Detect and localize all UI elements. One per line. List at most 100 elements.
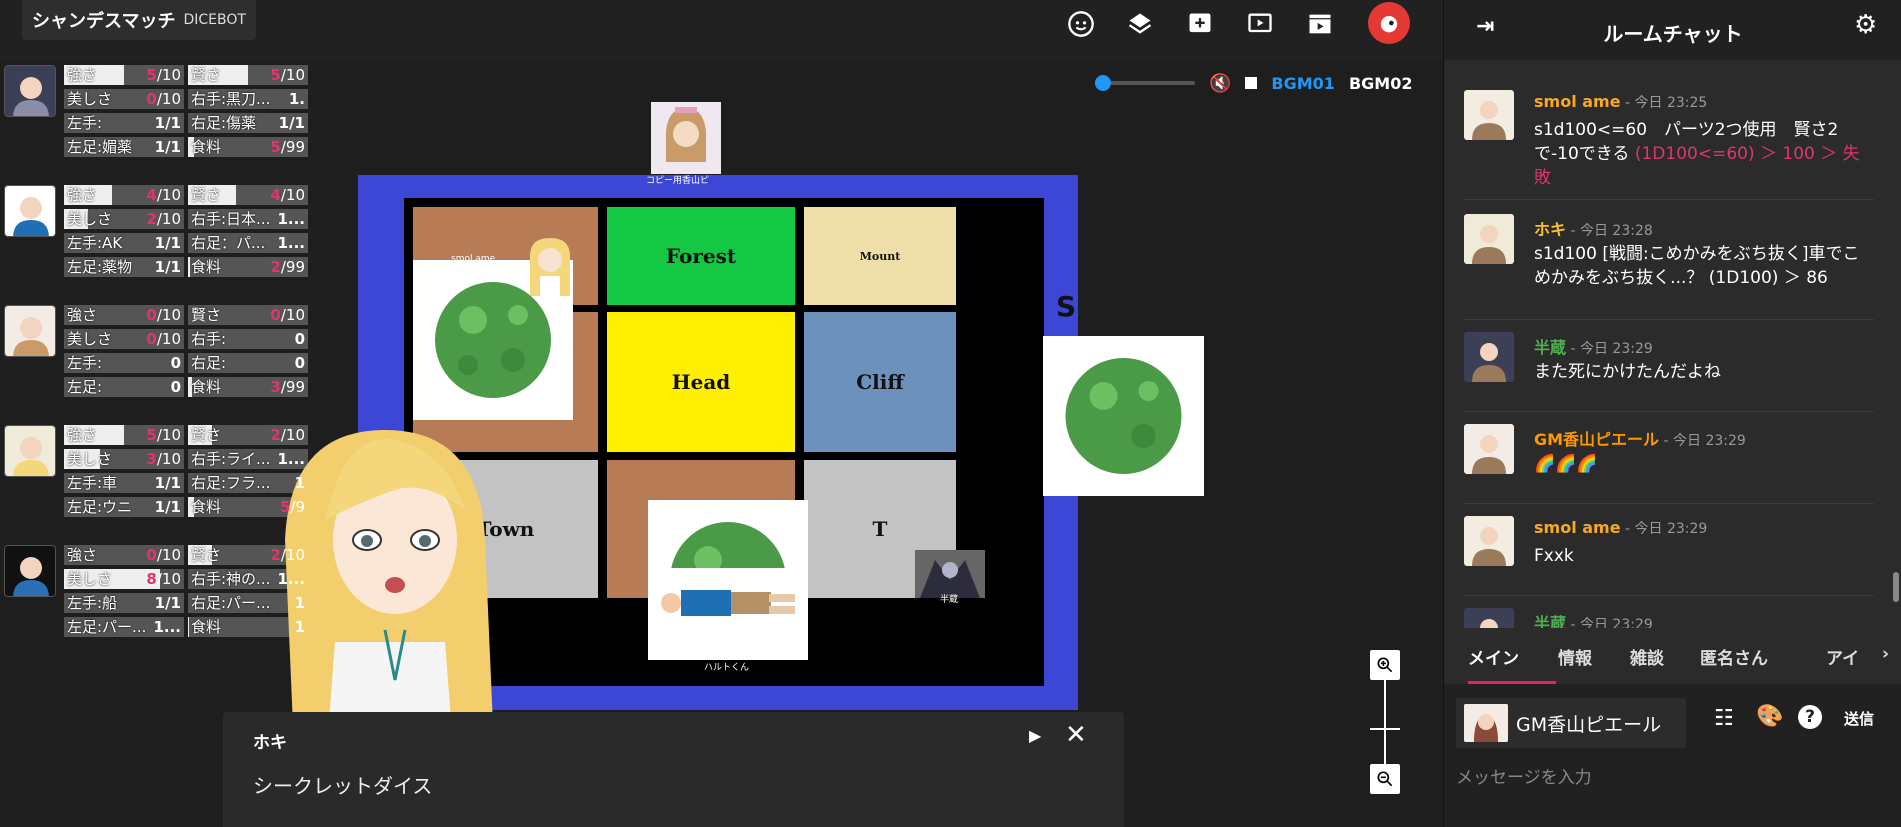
zoom-out-button[interactable] [1370,764,1400,794]
stat-value: 1... [153,617,181,637]
tab-info[interactable]: 情報 [1558,644,1592,669]
message-composer: GM香山ピエール ☷ 🎨 ? 送信 [1444,684,1901,827]
movie-icon[interactable] [1242,6,1278,42]
stat-value: 0 [171,377,181,397]
volume-slider[interactable] [1095,75,1195,91]
character-avatar[interactable] [4,545,56,597]
bgm-track-1[interactable]: BGM01 [1271,74,1335,93]
stat-label: 右足:傷薬 [191,114,257,132]
stat-label: 賢さ [191,306,222,324]
add-box-icon[interactable] [1182,6,1218,42]
message-avatar[interactable] [1464,516,1514,566]
tab-chatter[interactable]: 雑談 [1630,644,1664,669]
list-icon[interactable]: ☷ [1714,706,1734,731]
gear-icon[interactable]: ⚙ [1854,10,1877,40]
stat-value: 1/1 [155,137,181,157]
character-avatar[interactable] [4,185,56,237]
stat-bar: 賢さ 4/10 [188,185,308,205]
stat-current: 5 [146,426,157,444]
message-avatar[interactable] [1464,90,1514,140]
stat-label: 右足: [191,354,227,372]
stat-value: 1... [277,209,305,229]
tab-ai[interactable]: アイ [1826,644,1859,669]
message-header: GM香山ピエール - 今日 23:29 [1534,426,1746,450]
stat-current: 5 [146,66,157,84]
next-icon[interactable]: ▶ [1029,726,1041,745]
character-selector[interactable]: GM香山ピエール [1456,698,1686,748]
dicebot-label: DICEBOT [183,12,246,28]
stat-bar: 左足:パー... 1... [64,617,184,637]
stat-value: 1... [277,569,305,589]
character-card[interactable]: 強さ 5/10 賢さ 5/10 美しさ 0/10 右手:黒刀... 1. 左手: 1/1 右足:傷薬… [2,65,312,165]
stat-label: 左手: [67,354,103,372]
tab-main[interactable]: メイン [1468,644,1519,669]
clapper-icon[interactable] [1302,6,1338,42]
palette-icon[interactable]: 🎨 [1756,704,1783,729]
tab-anonymous[interactable]: 匿名さん [1700,644,1768,669]
token-hoki[interactable] [520,236,580,306]
stat-max: /99 [280,138,305,156]
message-avatar[interactable] [1464,332,1514,382]
zoom-handle[interactable] [1370,728,1400,730]
message-time: - 今日 23:29 [1566,341,1653,357]
stat-label: 強さ [67,546,98,564]
send-button[interactable]: 送信 [1844,708,1874,729]
token-haruto[interactable] [651,568,803,638]
chat-scrollbar[interactable] [1892,62,1900,627]
character-avatar[interactable] [4,425,56,477]
token-urchin-right[interactable] [1043,336,1204,496]
message-input[interactable] [1456,764,1886,792]
token-label-hanzo: 半蔵 [940,595,959,605]
avatar-icon[interactable] [1368,2,1410,44]
face-icon[interactable] [1063,6,1099,42]
stat-label: 賢さ [191,546,222,564]
stat-max: /10 [156,546,181,564]
stat-max: /10 [280,66,305,84]
message-avatar[interactable] [1464,424,1514,474]
message-avatar[interactable] [1464,214,1514,264]
stat-value: 2/10 [270,425,305,445]
character-card[interactable]: 強さ 4/10 賢さ 4/10 美しさ 2/10 右手:日本... 1... 左手:AK 1/1 右… [2,185,312,285]
stat-current: 1... [153,618,181,636]
message-time: - 今日 23:29 [1659,433,1746,449]
stat-value: 1/1 [155,233,181,253]
stat-value: 0/10 [146,89,181,109]
cell-cliff: Cliff [804,312,956,452]
stop-icon[interactable] [1245,77,1258,89]
character-avatar[interactable] [4,65,56,117]
stat-current: 1... [277,234,305,252]
stat-label: 左手: [67,114,103,132]
character-card[interactable]: 強さ 0/10 賢さ 0/10 美しさ 0/10 右手: 0 左手: 0 右足: 0 左足: 0 食料 3/9… [2,305,312,405]
tabs-scroll-right-icon[interactable]: › [1882,644,1889,664]
chat-message: 半蔵 - 今日 23:29 また死にかけたんだよね [1464,322,1874,412]
mute-icon[interactable]: 🔇 [1209,73,1231,94]
close-icon[interactable]: ✕ [1065,720,1087,750]
stat-bar: 右足：パ... 1... [188,233,308,253]
stat-bar: 食料 3/99 [188,377,308,397]
token-pierre-copy[interactable] [651,102,721,174]
stat-current: 1 [294,594,305,612]
stat-bar: 右足: 0 [188,353,308,373]
bgm-track-2[interactable]: BGM02 [1349,74,1413,93]
stat-current: 1 [294,474,305,492]
stat-label: 強さ [67,426,98,444]
stat-value: 0 [171,353,181,373]
zoom-in-button[interactable] [1370,650,1400,680]
message-header: smol ame - 今日 23:29 [1534,518,1707,538]
stat-value: 2/10 [270,545,305,565]
message-time: - 今日 23:29 [1620,521,1708,537]
stat-value: 2/99 [270,257,305,277]
stat-current: 1/1 [154,138,181,156]
stat-value: 1 [295,473,305,493]
stat-bar: 右足:傷薬 1/1 [188,113,308,133]
character-avatar[interactable] [4,305,56,357]
token-hanzo[interactable] [915,550,985,598]
message-time: - 今日 23:28 [1566,223,1653,239]
stat-current: 0 [146,306,157,324]
layers-icon[interactable] [1122,6,1158,42]
room-title[interactable]: シャンデスマッチ DICEBOT [22,0,256,40]
stat-value: 0/10 [146,329,181,349]
help-icon[interactable]: ? [1798,705,1822,729]
stat-current: 2 [146,210,157,228]
stat-bar: 賢さ 2/10 [188,545,308,565]
